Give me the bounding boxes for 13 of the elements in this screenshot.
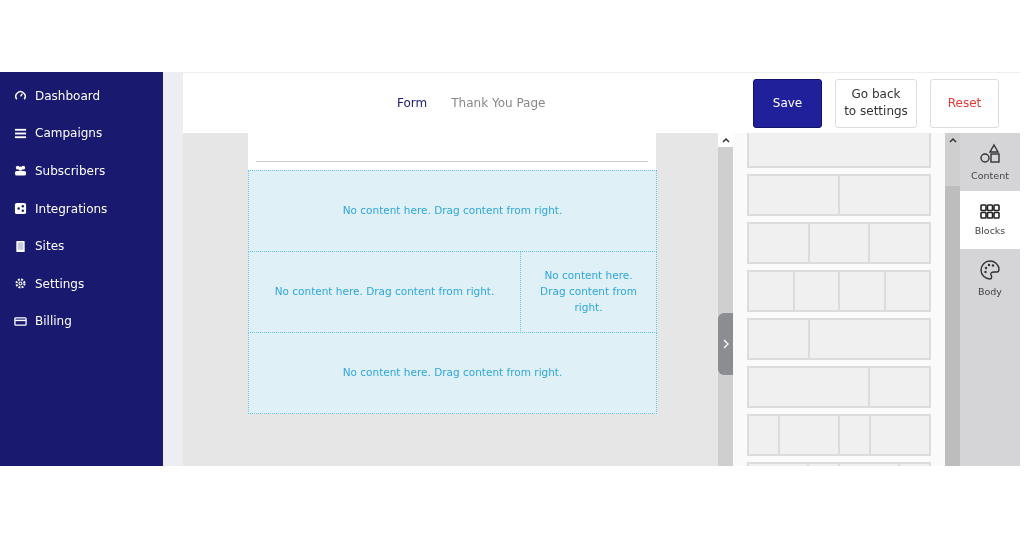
sidebar-item[interactable]: Integrations (0, 189, 163, 228)
save-button[interactable]: Save (753, 78, 822, 128)
editor-tab[interactable]: Thank You Page (447, 92, 550, 114)
editor-tab[interactable]: Form (393, 92, 432, 114)
sidebar-item[interactable]: Subscribers (0, 152, 163, 190)
sidebar-item[interactable]: Billing (0, 302, 163, 341)
sidebar-item[interactable]: Sites (0, 227, 163, 265)
sidebar-item[interactable]: Dashboard (0, 77, 163, 115)
back-button[interactable]: Go back to settings (835, 78, 917, 128)
sidebar-item[interactable]: Settings (0, 264, 163, 303)
panel-tab[interactable]: Blocks (960, 191, 1020, 249)
reset-button[interactable]: Reset (930, 78, 999, 128)
sidebar-item[interactable]: Campaigns (0, 114, 163, 153)
